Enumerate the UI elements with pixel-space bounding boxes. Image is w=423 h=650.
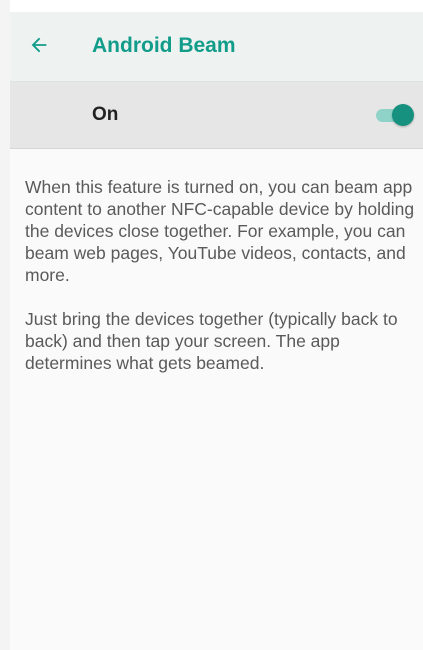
left-edge [0,0,10,650]
description-paragraph-2: Just bring the devices together (typical… [25,309,398,373]
description-paragraph-1: When this feature is turned on, you can … [25,177,415,285]
toggle-label: On [92,104,119,125]
arrow-back-icon [31,37,47,53]
switch-thumb [392,104,414,126]
app-bar: Android Beam [10,12,423,82]
android-beam-screen: Android Beam On When this feature is tur… [0,0,423,650]
feature-description: When this feature is turned on, you can … [25,176,417,396]
android-beam-toggle-row[interactable]: On [10,82,423,149]
page-title: Android Beam [92,34,236,57]
back-button[interactable] [24,30,54,60]
android-beam-switch[interactable] [376,104,414,126]
status-bar-strip [0,0,423,12]
